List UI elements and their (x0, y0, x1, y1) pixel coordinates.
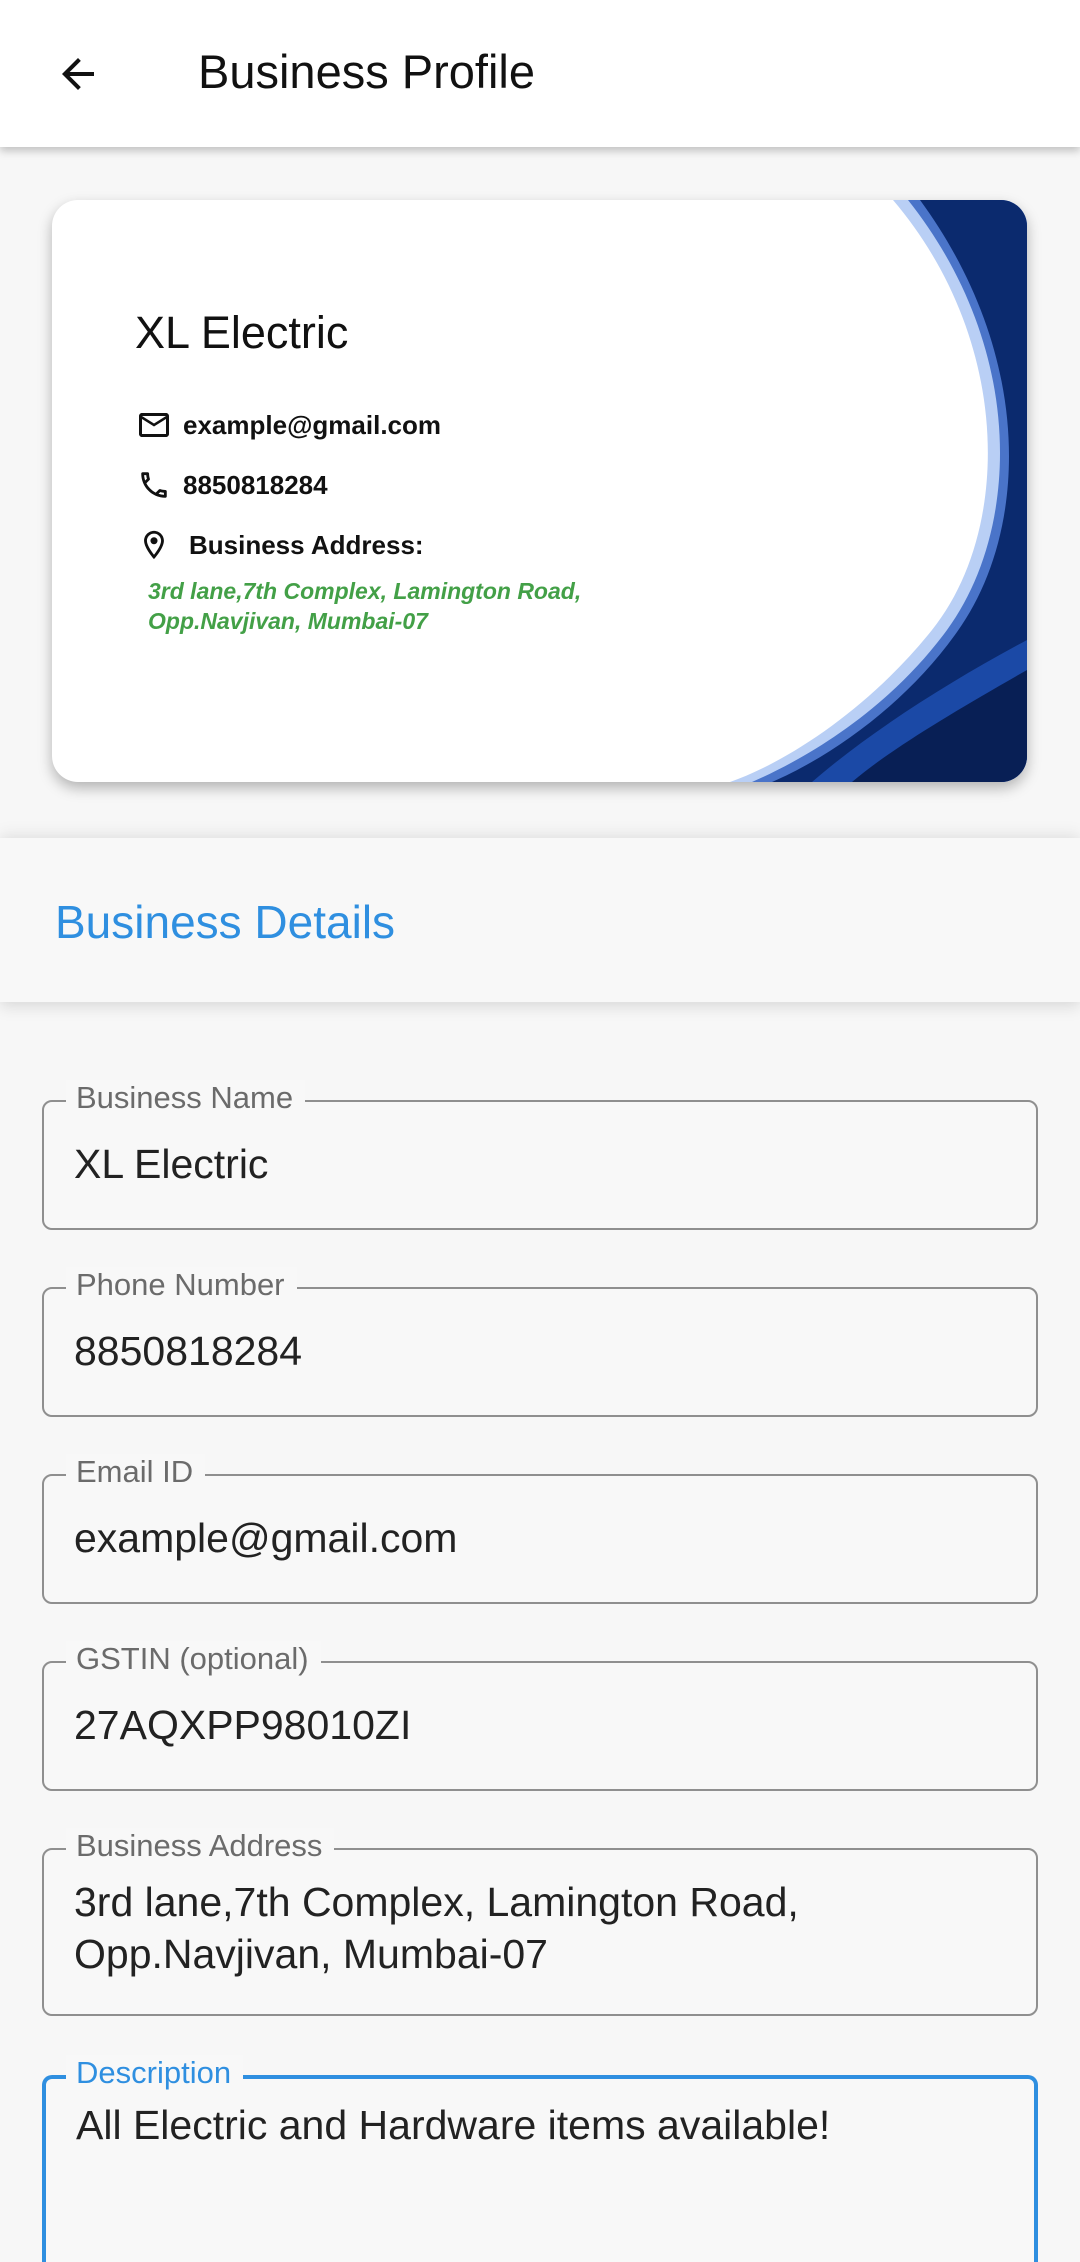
business-name-field[interactable]: Business Name XL Electric (42, 1080, 1038, 1230)
business-address-label: Business Address (66, 1828, 335, 1864)
business-card-preview: XL Electric example@gmail.com 8850818284… (52, 200, 1027, 782)
email-field[interactable]: Email ID example@gmail.com (42, 1454, 1038, 1604)
app-bar: Business Profile (0, 0, 1080, 147)
mail-icon (135, 406, 173, 444)
business-name-value[interactable]: XL Electric (74, 1138, 1006, 1190)
description-label: Description (66, 2055, 244, 2091)
phone-number-value[interactable]: 8850818284 (74, 1325, 1006, 1377)
description-value[interactable]: All Electric and Hardware items availabl… (76, 2099, 1004, 2151)
card-address-row: Business Address: (135, 526, 424, 564)
business-details-header: Business Details (0, 838, 1080, 1002)
gstin-label: GSTIN (optional) (66, 1641, 321, 1677)
gstin-value[interactable]: 27AQXPP98010ZI (74, 1699, 1006, 1751)
card-business-name: XL Electric (135, 307, 349, 358)
business-address-line1[interactable]: 3rd lane,7th Complex, Lamington Road, (74, 1876, 1006, 1928)
page-title: Business Profile (198, 45, 535, 98)
card-email: example@gmail.com (183, 409, 442, 440)
card-address-label: Business Address: (189, 529, 424, 560)
location-pin-icon (135, 526, 173, 564)
phone-number-field[interactable]: Phone Number 8850818284 (42, 1267, 1038, 1417)
card-email-row: example@gmail.com (135, 406, 441, 444)
arrow-back-icon (62, 58, 94, 90)
email-value[interactable]: example@gmail.com (74, 1512, 1006, 1564)
description-field[interactable]: Description All Electric and Hardware it… (42, 2055, 1038, 2262)
business-address-field[interactable]: Business Address 3rd lane,7th Complex, L… (42, 1828, 1038, 2016)
card-phone: 8850818284 (183, 469, 328, 500)
card-address: 3rd lane,7th Complex, Lamington Road, Op… (148, 578, 582, 634)
business-name-label: Business Name (66, 1080, 306, 1116)
gstin-field[interactable]: GSTIN (optional) 27AQXPP98010ZI (42, 1641, 1038, 1791)
email-label: Email ID (66, 1454, 206, 1490)
back-button[interactable] (38, 34, 118, 114)
business-address-line2[interactable]: Opp.Navjivan, Mumbai-07 (74, 1928, 1006, 1980)
section-title: Business Details (55, 896, 396, 948)
card-phone-row: 8850818284 (135, 466, 328, 504)
phone-icon (135, 466, 173, 504)
phone-number-label: Phone Number (66, 1267, 297, 1303)
